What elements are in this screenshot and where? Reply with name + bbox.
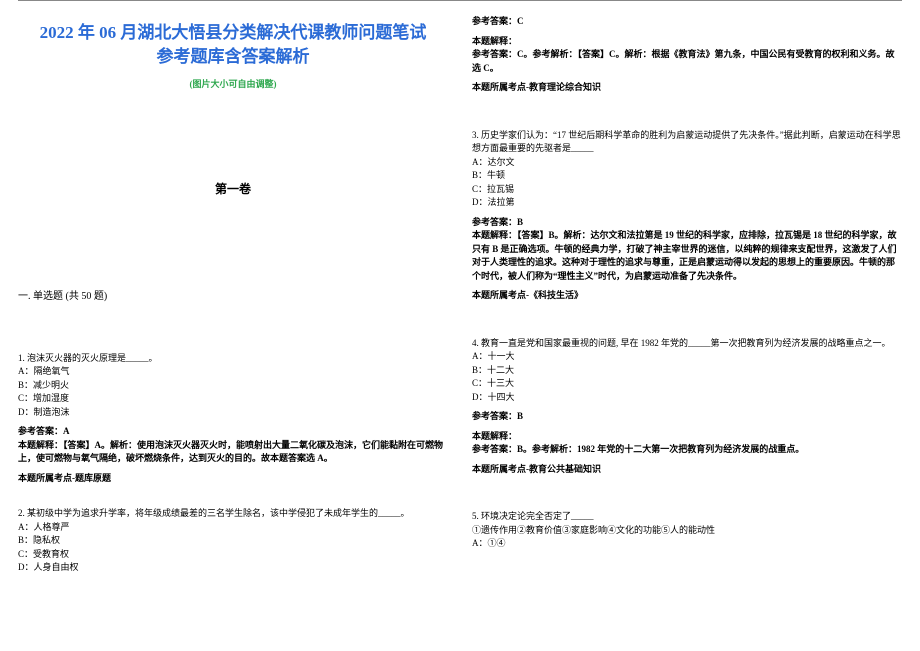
title-line2: 参考题库含答案解析	[157, 47, 310, 66]
q3-explanation: 本题解释：【答案】B。解析：达尔文和法拉第是 19 世纪的科学家，应排除，拉瓦锡…	[472, 229, 902, 283]
q3-opt-b: B：牛顿	[472, 169, 902, 183]
volume-heading: 第一卷	[18, 180, 448, 197]
question-2: 2. 某初级中学为追求升学率，将年级成绩最差的三名学生除名，该中学侵犯了未成年学…	[18, 507, 448, 575]
q3-point: 本题所属考点-《科技生活》	[472, 289, 902, 303]
doc-title: 2022 年 06 月湖北大悟县分类解决代课教师问题笔试 参考题库含答案解析	[18, 21, 448, 69]
q1-explanation: 本题解释：【答案】A。解析：使用泡沫灭火器灭火时，能喷射出大量二氧化碳及泡沫，它…	[18, 439, 448, 466]
q4-opt-d: D：十四大	[472, 391, 902, 405]
q4-point: 本题所属考点-教育公共基础知识	[472, 463, 902, 477]
q5-opt-a: A：①④	[472, 537, 902, 551]
q1-point: 本题所属考点-题库原题	[18, 472, 448, 486]
q1-opt-c: C：增加湿度	[18, 392, 448, 406]
left-column: 2022 年 06 月湖北大悟县分类解决代课教师问题笔试 参考题库含答案解析 (…	[18, 15, 448, 597]
q3-stem: 3. 历史学家们认为：“17 世纪后期科学革命的胜利为启蒙运动提供了先决条件。”…	[472, 129, 902, 156]
q4-opt-c: C：十三大	[472, 377, 902, 391]
q4-opt-b: B：十二大	[472, 364, 902, 378]
q2-point: 本题所属考点-教育理论综合知识	[472, 81, 902, 95]
q2-opt-d: D：人身自由权	[18, 561, 448, 575]
q2-opt-b: B：隐私权	[18, 534, 448, 548]
question-4: 4. 教育一直是党和国家最重视的问题, 早在 1982 年党的_____第一次把…	[472, 337, 902, 477]
q2-opt-c: C：受教育权	[18, 548, 448, 562]
q4-answer: 参考答案：B	[472, 410, 902, 424]
doc-subtitle: (图片大小可自由调整)	[18, 77, 448, 90]
question-3: 3. 历史学家们认为：“17 世纪后期科学革命的胜利为启蒙运动提供了先决条件。”…	[472, 129, 902, 303]
q2-explanation: 参考答案：C。参考解析：【答案】C。解析：根据《教育法》第九条，中国公民有受教育…	[472, 48, 902, 75]
q4-opt-a: A：十一大	[472, 350, 902, 364]
q3-opt-d: D：法拉第	[472, 196, 902, 210]
q2-opt-a: A：人格尊严	[18, 521, 448, 535]
q1-stem: 1. 泡沫灭火器的灭火原理是_____。	[18, 352, 448, 366]
q2-explanation-label: 本题解释：	[472, 35, 902, 49]
q1-opt-d: D：制造泡沫	[18, 406, 448, 420]
q1-opt-a: A：隔绝氧气	[18, 365, 448, 379]
q4-stem: 4. 教育一直是党和国家最重视的问题, 早在 1982 年党的_____第一次把…	[472, 337, 902, 351]
q5-sub: ①遗传作用②教育价值③家庭影响④文化的功能⑤人的能动性	[472, 524, 902, 538]
question-5: 5. 环境决定论完全否定了_____ ①遗传作用②教育价值③家庭影响④文化的功能…	[472, 510, 902, 551]
q3-answer: 参考答案：B	[472, 216, 902, 230]
q4-explanation-label: 本题解释：	[472, 430, 902, 444]
question-1: 1. 泡沫灭火器的灭火原理是_____。 A：隔绝氧气 B：减少明火 C：增加湿…	[18, 352, 448, 486]
title-line1: 2022 年 06 月湖北大悟县分类解决代课教师问题笔试	[40, 23, 427, 42]
q2-answer: 参考答案：C	[472, 15, 902, 29]
q4-explanation: 参考答案：B。参考解析：1982 年党的十二大第一次把教育列为经济发展的战重点。	[472, 443, 902, 457]
q5-stem: 5. 环境决定论完全否定了_____	[472, 510, 902, 524]
q3-opt-a: A：达尔文	[472, 156, 902, 170]
question-2-cont: 参考答案：C 本题解释： 参考答案：C。参考解析：【答案】C。解析：根据《教育法…	[472, 15, 902, 95]
q3-opt-c: C：拉瓦锡	[472, 183, 902, 197]
q1-answer: 参考答案：A	[18, 425, 448, 439]
section-heading: 一. 单选题 (共 50 题)	[18, 287, 448, 302]
q2-stem: 2. 某初级中学为追求升学率，将年级成绩最差的三名学生除名，该中学侵犯了未成年学…	[18, 507, 448, 521]
right-column: 参考答案：C 本题解释： 参考答案：C。参考解析：【答案】C。解析：根据《教育法…	[472, 15, 902, 597]
q1-opt-b: B：减少明火	[18, 379, 448, 393]
